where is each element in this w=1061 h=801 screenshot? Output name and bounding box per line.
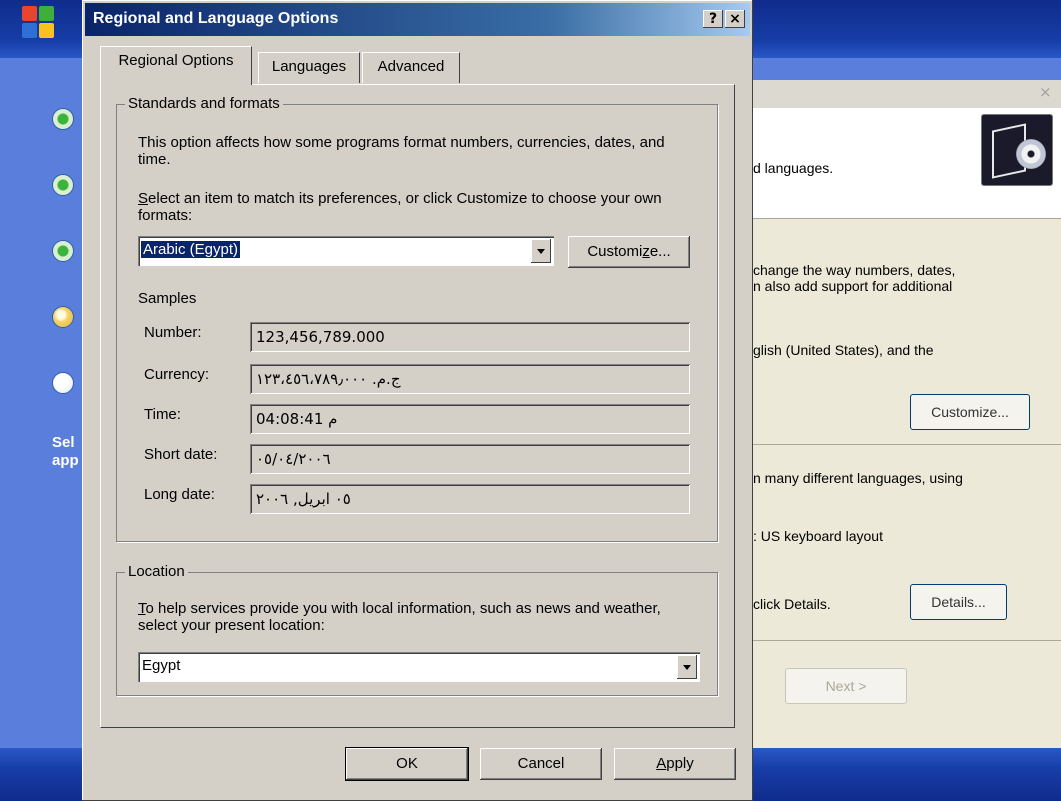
sample-value-short-date: ٠٥/٠٤/٢٠٠٦ [250,444,690,474]
wizard-text-current-settings: glish (United States), and the [753,342,934,358]
help-icon[interactable]: ? [703,10,723,28]
wizard-text-regional: change the way numbers, dates, n also ad… [753,262,956,294]
sample-value-time: 04:08:41 م [250,404,690,434]
format-select[interactable]: Arabic (Egypt) [138,236,554,266]
setup-wizard-window: × d languages. change the way numbers, d… [745,80,1061,748]
dialog-title-bar: Regional and Language Options ? × [85,3,750,36]
wizard-text-details: click Details. [753,596,831,612]
wizard-customize-button[interactable]: Customize... [910,394,1030,430]
group-legend: Standards and formats [125,95,283,112]
sample-value-long-date: ٠٥ ابريل, ٢٠٠٦ [250,484,690,514]
sample-label-long-date: Long date: [144,486,215,503]
dialog-title: Regional and Language Options [93,10,339,27]
setup-step-pending-icon [52,372,74,394]
samples-heading: Samples [138,290,197,307]
sample-label-number: Number: [144,324,202,341]
wizard-details-button[interactable]: Details... [910,584,1007,620]
wizard-text-keyboard: : US keyboard layout [753,528,883,544]
setup-step-current-icon [52,306,74,328]
divider [745,640,1061,641]
chevron-down-icon[interactable] [531,239,551,263]
cancel-button[interactable]: Cancel [480,748,602,780]
ok-button[interactable]: OK [346,748,468,780]
divider [745,444,1061,445]
sample-label-time: Time: [144,406,181,423]
software-box-cd-icon [981,114,1053,186]
apply-button[interactable]: Apply [614,748,736,780]
close-icon[interactable]: × [725,10,745,28]
wizard-next-button[interactable]: Next > [785,668,907,704]
wizard-text-languages: n many different languages, using [753,470,963,486]
customize-button[interactable]: Customize... [568,236,690,268]
sample-label-currency: Currency: [144,366,210,383]
setup-step-complete-icon [52,240,74,262]
sample-label-short-date: Short date: [144,446,218,463]
location-select-value: Egypt [142,657,181,674]
tab-regional-options[interactable]: Regional Options [100,46,252,85]
location-description: To help services provide you with local … [138,600,661,634]
tab-languages[interactable]: Languages [258,52,360,83]
format-select-value: Arabic (Egypt) [141,241,241,258]
wizard-header: d languages. [745,108,1061,219]
wizard-header-text: d languages. [753,160,834,176]
chevron-down-icon[interactable] [677,655,697,679]
select-format-prompt: Select an item to match its preferences,… [138,190,662,224]
location-select[interactable]: Egypt [138,652,700,682]
sample-value-number: 123,456,789.000 [250,322,690,352]
tab-advanced[interactable]: Advanced [362,52,460,83]
windows-logo-icon [22,6,56,40]
setup-side-text: Sel app [52,434,79,469]
wizard-title-bar: × [745,80,1061,108]
regional-language-options-dialog: Regional and Language Options ? × Region… [82,0,753,801]
group-legend: Location [125,563,188,580]
setup-step-complete-icon [52,108,74,130]
close-icon[interactable]: × [1039,85,1053,100]
sample-value-currency: ج.م.‏ ١٢٣،٤٥٦،٧٨٩٫٠٠٠ [250,364,690,394]
standards-description: This option affects how some programs fo… [138,134,665,168]
setup-step-complete-icon [52,174,74,196]
